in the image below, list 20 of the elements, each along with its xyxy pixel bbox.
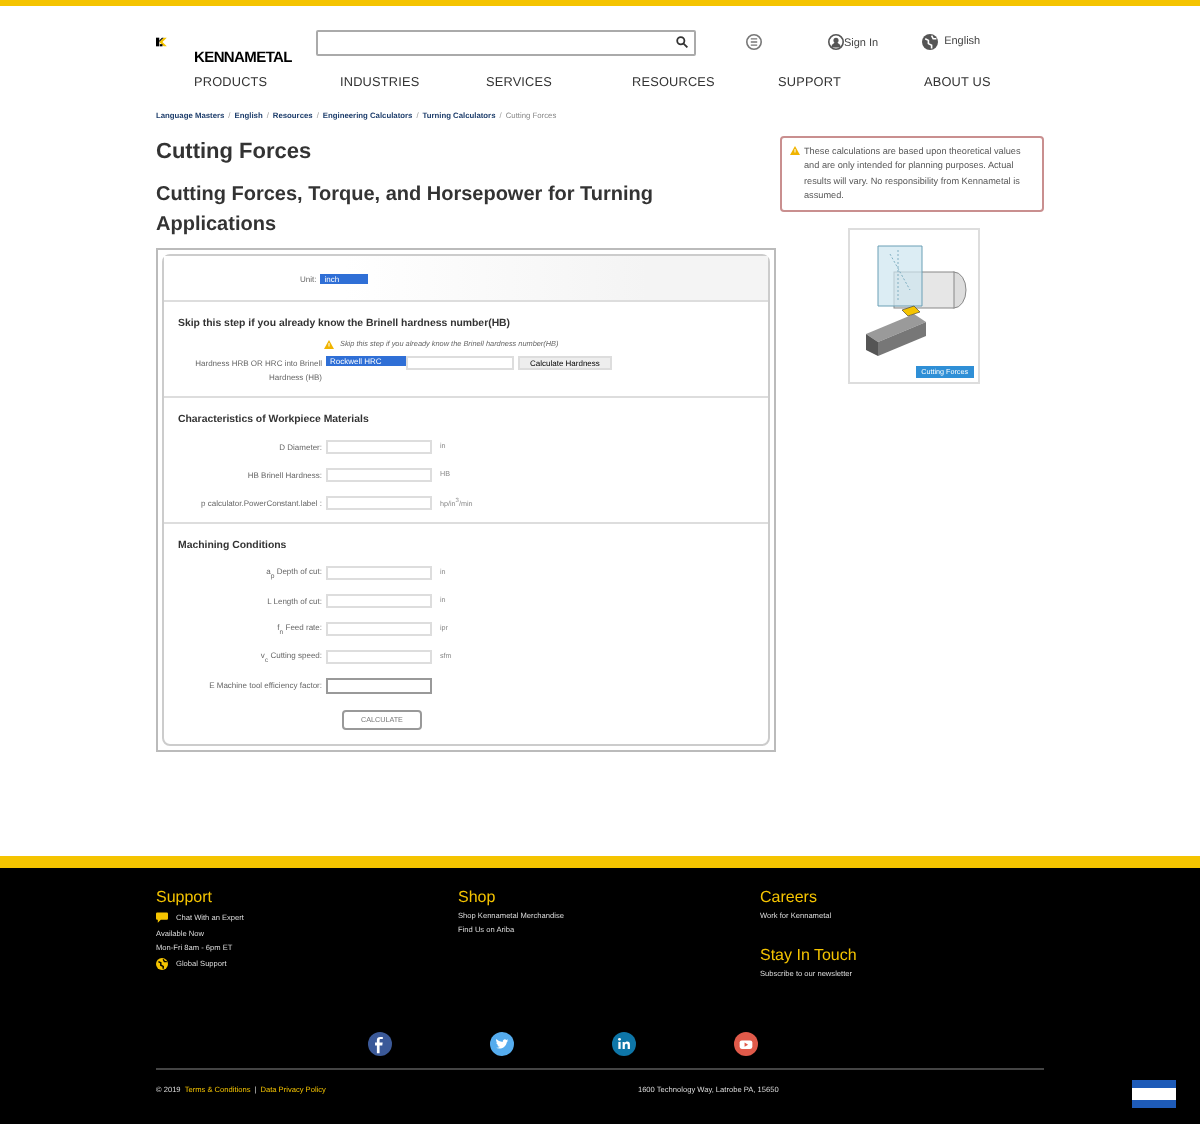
youtube-icon[interactable] bbox=[734, 1032, 758, 1056]
search-icon[interactable] bbox=[675, 36, 688, 48]
page-subtitle: Cutting Forces, Torque, and Horsepower for Turning Applications bbox=[156, 182, 656, 240]
linkedin-icon[interactable] bbox=[612, 1032, 636, 1056]
footer-heading: Careers bbox=[760, 888, 819, 906]
user-icon bbox=[827, 34, 844, 50]
warning-icon bbox=[324, 340, 334, 349]
chat-icon bbox=[156, 912, 168, 924]
warning-icon bbox=[790, 146, 800, 155]
twitter-icon[interactable] bbox=[490, 1032, 514, 1056]
globe-icon bbox=[156, 958, 168, 970]
page-title: Cutting Forces bbox=[156, 140, 314, 164]
globe-icon bbox=[922, 34, 939, 50]
footer-heading: Support bbox=[156, 888, 215, 906]
facebook-icon[interactable] bbox=[368, 1032, 392, 1056]
flag-icon[interactable] bbox=[1132, 1080, 1176, 1108]
input-field[interactable] bbox=[326, 677, 432, 693]
footer-heading: Stay In Touch bbox=[760, 946, 859, 964]
search-field[interactable] bbox=[315, 29, 696, 55]
footer-heading: Shop bbox=[458, 888, 498, 906]
